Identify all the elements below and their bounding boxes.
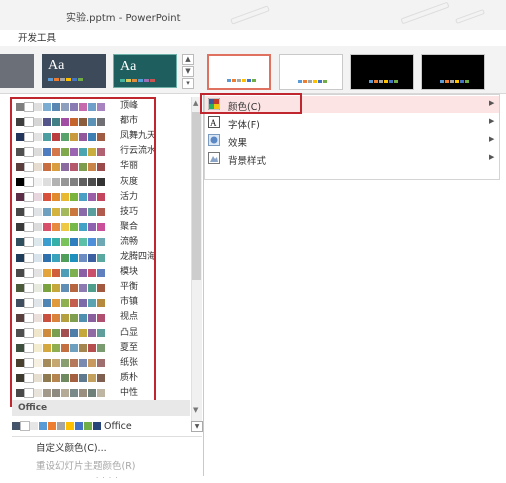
reset-colors-button[interactable]: 重设幻灯片主题颜色(R) xyxy=(36,458,136,472)
office-dropdown-button[interactable]: ▼ xyxy=(191,421,203,432)
background-style-icon xyxy=(208,152,220,164)
color-swatch xyxy=(93,422,101,430)
theme-thumb-label: Aa xyxy=(48,58,65,73)
variant-thumb[interactable] xyxy=(279,54,343,90)
color-swatch xyxy=(48,422,56,430)
menu-item-label: 字体(F) xyxy=(228,120,260,131)
variant-thumb-bars xyxy=(440,80,469,83)
variant-thumb-bars xyxy=(298,80,327,83)
scrollbar-thumb[interactable] xyxy=(192,112,201,280)
chevron-right-icon: ▶ xyxy=(489,117,495,125)
annotation-highlight-box xyxy=(200,93,302,114)
variant-thumb[interactable] xyxy=(207,54,271,90)
chevron-right-icon: ▶ xyxy=(489,99,495,107)
color-swatch xyxy=(39,422,47,430)
theme-thumb-label: Aa xyxy=(120,59,137,74)
tab-developer[interactable]: 开发工具 xyxy=(18,30,56,44)
svg-text:A: A xyxy=(210,118,217,128)
resize-grip-icon[interactable]: · · · · xyxy=(96,474,119,482)
gallery-more-button[interactable]: ▾ xyxy=(182,78,194,89)
color-swatch xyxy=(75,422,83,430)
menu-item-label: 背景样式 xyxy=(228,156,267,167)
color-swatch xyxy=(57,422,65,430)
color-swatch xyxy=(20,421,30,431)
gallery-down-button[interactable]: ▼ xyxy=(182,66,194,77)
theme-thumb[interactable]: Aa xyxy=(42,54,106,88)
chevron-right-icon: ▶ xyxy=(489,135,495,143)
menu-item-effects[interactable]: 效果 ▶ xyxy=(205,132,499,149)
menu-item-fonts[interactable]: A 字体(F) ▶ xyxy=(205,114,499,131)
scroll-up-icon[interactable]: ▲ xyxy=(193,99,198,107)
window-title: 实验.pptm - PowerPoint xyxy=(66,13,181,24)
color-swatch xyxy=(84,422,92,430)
variant-thumb[interactable] xyxy=(421,54,485,90)
theme-thumb[interactable] xyxy=(0,54,34,88)
theme-thumb-bars xyxy=(48,78,83,81)
variant-thumb[interactable] xyxy=(350,54,414,90)
menu-item-background-style[interactable]: 背景样式 ▶ xyxy=(205,150,499,167)
variant-thumb-bars xyxy=(369,80,398,83)
theme-thumb[interactable]: Aa xyxy=(113,54,177,88)
divider xyxy=(12,436,202,437)
annotation-highlight-box xyxy=(10,97,156,407)
variant-thumb-bars xyxy=(227,79,256,82)
menu-item-label: 效果 xyxy=(228,138,248,149)
color-swatch xyxy=(66,422,74,430)
office-section-header: Office xyxy=(12,400,190,416)
office-scheme-swatches[interactable] xyxy=(12,419,102,433)
font-icon: A xyxy=(208,116,220,128)
empty-area xyxy=(210,180,500,476)
theme-thumb-bars xyxy=(120,79,155,82)
chevron-right-icon: ▶ xyxy=(489,153,495,161)
color-swatch xyxy=(30,422,38,430)
gallery-up-button[interactable]: ▲ xyxy=(182,54,194,65)
scroll-down-icon[interactable]: ▼ xyxy=(193,406,198,414)
color-swatch xyxy=(12,422,20,430)
effects-icon xyxy=(208,134,220,146)
custom-colors-button[interactable]: 自定义颜色(C)... xyxy=(36,440,107,454)
office-scheme-name[interactable]: Office xyxy=(104,421,132,432)
